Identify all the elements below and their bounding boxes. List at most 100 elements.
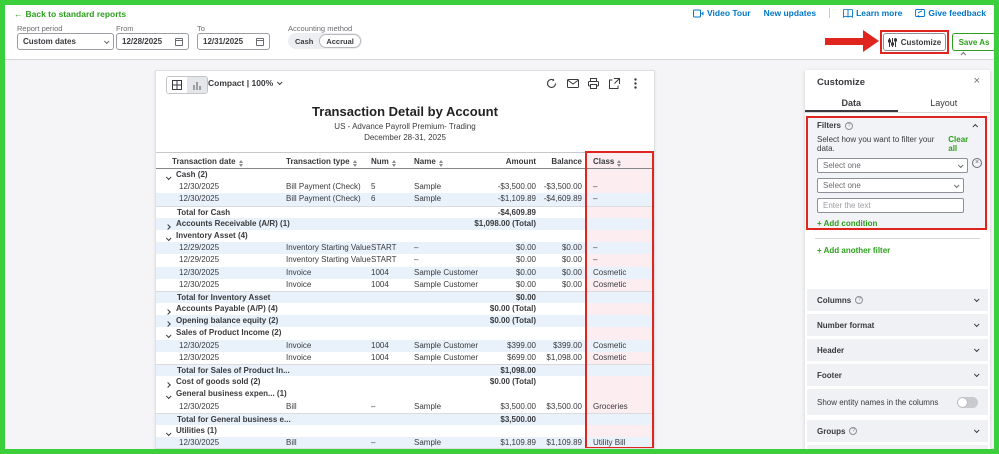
close-icon[interactable]: ×	[974, 75, 980, 87]
account-section-label: Opening balance equity (2)	[176, 316, 279, 326]
chart-view-button[interactable]	[187, 77, 207, 93]
section-total-amount: $0.00 (Total)	[489, 377, 536, 387]
section-total-amount: $0.00 (Total)	[489, 316, 536, 326]
accounting-method-toggle: Cash Accrual	[288, 33, 362, 49]
table-row: 12/30/2025 Bill – Sample $1,109.89 $1,109.89 U…	[156, 437, 654, 448]
section-label: Footer	[817, 370, 842, 380]
sort-down-arrow	[617, 164, 622, 167]
view-mode-segmented-control	[166, 76, 208, 94]
top-link-new-updates[interactable]: New updates	[764, 8, 816, 18]
add-another-filter-link[interactable]: + Add another filter	[817, 246, 890, 255]
transaction-balance: $399.00	[553, 340, 582, 350]
tab-data[interactable]: Data	[805, 96, 898, 112]
panel-divider	[815, 238, 980, 239]
filter-operator-select[interactable]: Select one	[817, 178, 964, 193]
email-icon[interactable]	[566, 77, 579, 90]
column-header-label: Name	[414, 157, 436, 166]
remove-filter-icon[interactable]: ×	[972, 158, 982, 168]
report-period-value: Custom dates	[23, 37, 76, 46]
transaction-balance: $0.00	[561, 279, 582, 289]
section-label: Header	[817, 345, 845, 355]
transaction-type: Invoice	[286, 352, 312, 362]
chevron-down-icon	[277, 79, 283, 86]
column-header-transaction-date[interactable]: Transaction date	[172, 153, 243, 170]
top-link-video-tour[interactable]: Video Tour	[693, 8, 751, 18]
refresh-icon[interactable]	[545, 77, 558, 90]
collapse-header-caret[interactable]	[960, 48, 967, 58]
table-row: 12/30/2025 Bill – Sample $3,500.00 $3,500.00 G…	[156, 400, 654, 413]
column-header-label: Balance	[551, 157, 582, 166]
export-icon[interactable]	[608, 77, 621, 90]
section-label: Show entity names in the columns	[817, 397, 939, 407]
report-company: US - Advance Payroll Premium- Trading	[334, 122, 476, 131]
top-link-label: Give feedback	[928, 8, 986, 18]
transaction-date: 12/30/2025	[179, 194, 220, 204]
column-header-balance[interactable]: Balance	[551, 153, 582, 170]
customize-panel-title: Customize	[817, 77, 866, 88]
transaction-balance: $1,098.00	[546, 352, 582, 362]
print-icon[interactable]	[587, 77, 600, 90]
table-row: Opening balance equity (2) $0.00 (Total)	[156, 315, 654, 328]
column-header-amount[interactable]: Amount	[506, 153, 536, 170]
transaction-balance: $0.00	[561, 243, 582, 253]
transaction-balance: -$4,609.89	[543, 194, 582, 204]
table-row: 12/30/2025 Invoice 1004 Sample Customer $399…	[156, 339, 654, 353]
column-header-num[interactable]: Num	[371, 153, 396, 170]
transaction-num: 1004	[371, 267, 389, 277]
tab-layout[interactable]: Layout	[898, 96, 991, 112]
report-period-select[interactable]: Custom dates	[17, 33, 114, 50]
accounting-option-cash[interactable]: Cash	[289, 34, 319, 48]
section-number-format[interactable]: Number format	[807, 314, 988, 336]
back-link-label: Back to standard reports	[25, 9, 127, 19]
entity-names-toggle[interactable]	[957, 396, 978, 408]
customize-tabs: Data Layout	[805, 96, 990, 113]
transaction-amount: -$1,109.89	[497, 194, 536, 204]
more-icon[interactable]	[629, 77, 642, 90]
section-footer[interactable]: Footer	[807, 364, 988, 386]
section-pivot[interactable]: Pivot?	[807, 445, 988, 449]
density-zoom-value: Compact | 100%	[208, 78, 274, 88]
section-columns[interactable]: Columns?	[807, 289, 988, 311]
transaction-date: 12/30/2025	[179, 340, 220, 350]
filters-section-header[interactable]: Filters ?	[807, 117, 988, 134]
transaction-num: 1004	[371, 279, 389, 289]
report-title: Transaction Detail by Account	[312, 104, 498, 119]
save-as-button[interactable]: Save As	[952, 33, 996, 51]
clear-all-link[interactable]: Clear all	[948, 135, 978, 153]
to-label: To	[197, 24, 205, 33]
customize-button[interactable]: Customize	[883, 33, 946, 51]
transaction-balance: $1,109.89	[546, 438, 582, 448]
report-period-label: Report period	[17, 24, 63, 33]
section-groups[interactable]: Groups?	[807, 420, 988, 442]
top-links: Video Tour New updates Learn more Give feed…	[693, 8, 986, 18]
accounting-option-accrual[interactable]: Accrual	[319, 34, 361, 48]
filter-field-select[interactable]: Select one	[817, 158, 968, 173]
transaction-class: Cosmetic	[593, 279, 627, 289]
sort-icon	[238, 160, 243, 167]
account-section-label: Accounts Payable (A/P) (4)	[176, 304, 278, 314]
report-period-range: December 28-31, 2025	[364, 133, 446, 142]
back-to-standard-reports-link[interactable]: ← Back to standard reports	[14, 9, 126, 19]
filters-description: Select how you want to filter your data.	[817, 135, 935, 153]
column-header-transaction-type[interactable]: Transaction type	[286, 153, 357, 170]
toggle-knob	[958, 397, 967, 407]
top-link-learn-more[interactable]: Learn more	[843, 8, 902, 18]
column-header-class[interactable]: Class	[593, 153, 622, 170]
top-link-give-feedback[interactable]: Give feedback	[915, 8, 986, 18]
report-action-icons	[545, 77, 642, 90]
transaction-date: 12/30/2025	[179, 438, 220, 448]
transaction-date: 12/30/2025	[179, 401, 220, 411]
density-zoom-dropdown[interactable]: Compact | 100%	[208, 78, 283, 88]
table-row: 12/30/2025 Invoice 1004 Sample Customer $699…	[156, 351, 654, 365]
report-card: Compact | 100% Transaction Detail by Acc…	[155, 70, 655, 449]
from-date-input[interactable]: 12/28/2025	[116, 33, 189, 50]
table-view-button[interactable]	[167, 77, 187, 93]
section-header[interactable]: Header	[807, 339, 988, 361]
column-header-name[interactable]: Name	[414, 153, 443, 170]
book-icon	[843, 8, 854, 18]
to-date-input[interactable]: 12/31/2025	[197, 33, 270, 50]
filter-text-input[interactable]	[817, 198, 964, 213]
transaction-type: Invoice	[286, 267, 312, 277]
table-row: 12/29/2025 Inventory Starting Value START –…	[156, 242, 654, 255]
add-condition-link[interactable]: + Add condition	[817, 219, 978, 228]
